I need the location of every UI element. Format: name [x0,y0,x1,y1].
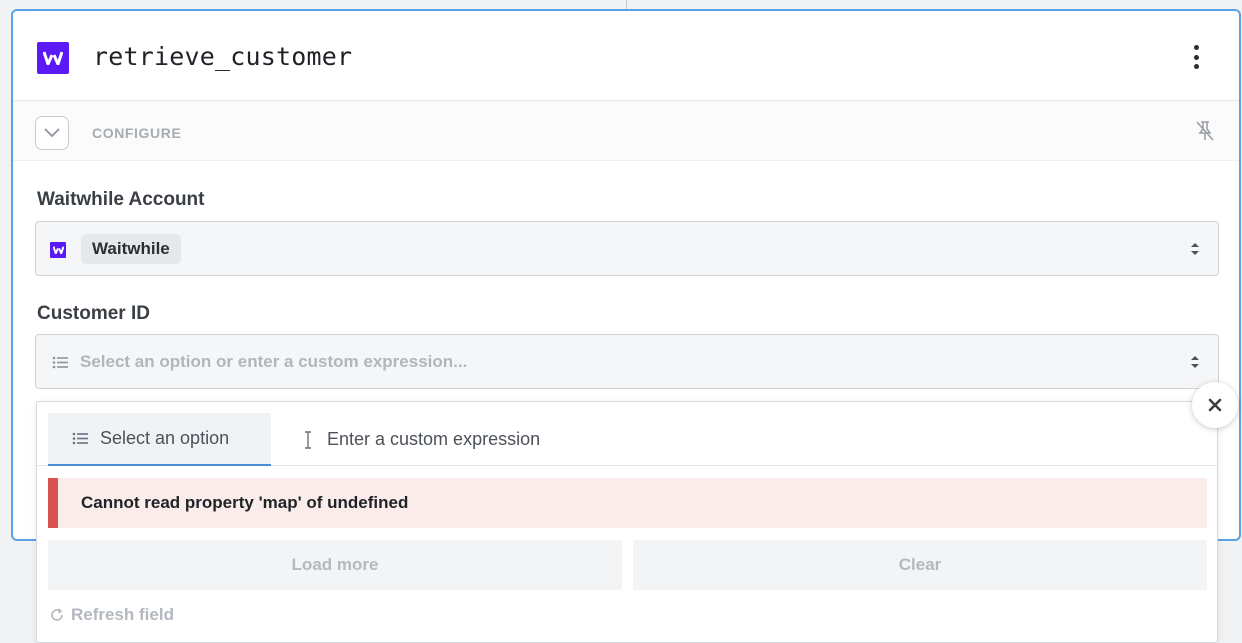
load-more-button[interactable]: Load more [48,540,622,590]
close-icon [1208,398,1222,412]
error-message: Cannot read property 'map' of undefined [48,478,1207,528]
sort-caret-icon [1191,356,1199,368]
tab-label: Select an option [100,428,230,448]
refresh-field-link[interactable]: Refresh field [50,605,174,625]
error-text: Cannot read property 'map' of undefined [81,493,409,512]
customer-id-select[interactable]: Select an option or enter a custom expre… [35,334,1219,389]
close-dropdown-button[interactable] [1192,382,1238,428]
sort-caret-icon [1191,243,1199,255]
tab-select-option[interactable]: Select an option [48,413,271,466]
input-mode-tabs: Select an option Enter a custom expressi… [37,402,1217,466]
waitwhile-account-select[interactable]: Waitwhile [35,221,1219,276]
tab-label: Enter a custom expression [327,429,541,449]
step-header: retrieve_customer [13,11,1239,101]
refresh-icon [50,608,64,622]
waitwhile-account-label: Waitwhile Account [37,189,205,210]
text-cursor-icon [301,430,315,449]
list-icon [52,356,68,369]
customer-id-label: Customer ID [37,303,150,324]
list-icon [72,432,88,445]
step-title[interactable]: retrieve_customer [93,42,352,71]
waitwhile-logo-icon [50,242,66,258]
kebab-menu-icon[interactable] [1186,42,1206,72]
selected-account-chip: Waitwhile [81,234,181,264]
tab-custom-expression[interactable]: Enter a custom expression [293,413,613,466]
configure-section-bar[interactable]: CONFIGURE [13,101,1239,161]
waitwhile-logo-icon [37,42,69,74]
customer-id-dropdown-panel: Select an option Enter a custom expressi… [36,401,1218,643]
customer-id-placeholder: Select an option or enter a custom expre… [80,352,468,371]
refresh-label: Refresh field [71,605,174,624]
clear-button[interactable]: Clear [633,540,1207,590]
unpin-icon[interactable] [1193,119,1217,143]
configure-label: CONFIGURE [92,125,182,141]
collapse-toggle-button[interactable] [35,116,69,150]
chevron-down-icon [44,128,60,138]
